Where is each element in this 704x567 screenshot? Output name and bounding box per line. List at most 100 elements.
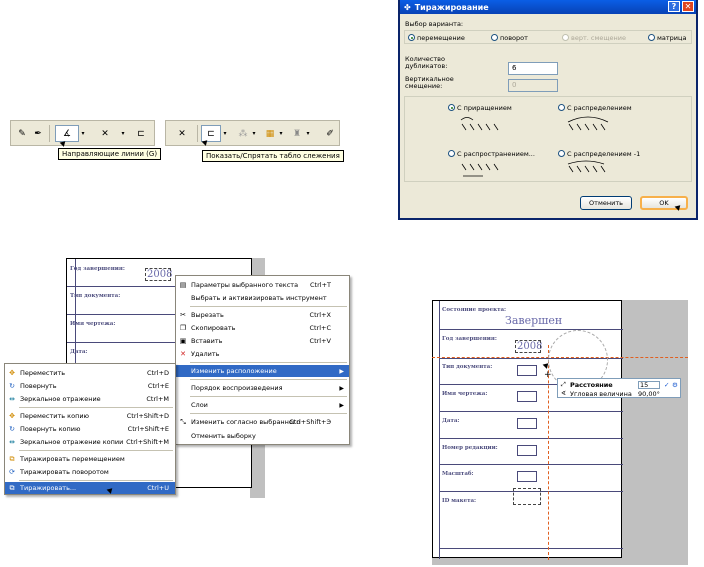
chevron-down-icon[interactable]: ▾ <box>250 125 258 142</box>
snap-lines-button[interactable]: ✕ <box>170 125 194 142</box>
pin-icon[interactable]: ♜ <box>290 125 304 142</box>
doctype-field[interactable] <box>517 365 537 376</box>
tracker-icon[interactable]: ⊏ <box>131 125 151 142</box>
submenu-item[interactable]: ⟳ Тиражировать поворотом <box>5 466 175 478</box>
context-menu-item[interactable]: ✂ Вырезать Ctrl+X <box>176 309 349 321</box>
radio-increment[interactable] <box>448 104 455 111</box>
copy-icon: ❐ <box>179 324 187 332</box>
vshift-input[interactable]: 0 <box>508 79 558 92</box>
cut-icon: ✂ <box>180 311 186 319</box>
menu-item-label: Тиражировать перемещением <box>20 455 125 463</box>
stamp-divider <box>439 464 623 465</box>
context-menu-item[interactable]: Выбрать и активизировать инструмент <box>176 292 349 304</box>
count-label-2: дубликатов: <box>405 62 448 70</box>
angle-value[interactable]: 90,00° <box>638 390 660 398</box>
menu-item-label: Вставить <box>191 337 223 345</box>
stamp-divider <box>439 411 623 412</box>
context-menu-item[interactable]: Порядок воспроизведения ▶ <box>176 382 349 394</box>
tracker-row-distance: ⤢ Расстояние 15 ✓ ⚙ <box>558 380 680 389</box>
radio-distribute-minus[interactable] <box>558 150 565 157</box>
context-menu-item[interactable]: ✕ Удалить <box>176 348 349 360</box>
distance-input[interactable]: 15 <box>638 380 660 389</box>
cancel-button[interactable]: Отменить <box>580 196 632 210</box>
guide-lines-button[interactable]: ∡ <box>55 125 79 142</box>
context-menu-item[interactable]: ❐ Скопировать Ctrl+C <box>176 322 349 334</box>
multiply-dialog: ✤ Тиражирование ? ✕ Выбор варианта: пере… <box>398 0 698 220</box>
variant-matrix-label: матрица <box>657 34 687 42</box>
menu-item-shortcut: Ctrl+Shift+E <box>127 425 169 433</box>
radio-vertical-shift[interactable] <box>562 34 569 41</box>
pencil-icon[interactable]: ✎ <box>15 125 29 142</box>
menu-item-label: Порядок воспроизведения <box>191 384 283 392</box>
chevron-down-icon[interactable]: ▾ <box>277 125 285 142</box>
radio-matrix[interactable] <box>648 34 655 41</box>
toolbar-guides: ✎ ✒ ∡ ▾ ✕ ▾ ⊏ <box>10 120 155 146</box>
dialog-app-icon: ✤ <box>404 2 411 12</box>
help-button[interactable]: ? <box>668 1 680 12</box>
dialog-titlebar[interactable]: ✤ Тиражирование <box>400 0 696 14</box>
radio-spread[interactable] <box>448 150 455 157</box>
transform-icon: ⧉ <box>9 483 15 492</box>
date-field[interactable] <box>517 418 537 429</box>
menu-item-label: Скопировать <box>191 324 236 332</box>
transform-icon: ✥ <box>9 412 15 420</box>
menu-item-shortcut: Ctrl+M <box>146 395 169 403</box>
confirm-icon[interactable]: ✓ <box>664 381 669 389</box>
submenu-item[interactable]: ↻ Повернуть Ctrl+E <box>5 380 175 392</box>
brush-icon[interactable]: ✐ <box>322 125 338 142</box>
submenu-item[interactable]: ✥ Переместить копию Ctrl+Shift+D <box>5 410 175 422</box>
menu-item-label: Переместить копию <box>20 412 90 420</box>
drawing-name-field[interactable] <box>517 391 537 402</box>
doctype-label: Тип документа: <box>442 364 493 370</box>
snap-lines-button[interactable]: ✕ <box>91 125 119 142</box>
context-menu-item[interactable]: Отменить выборку <box>176 430 349 442</box>
options-icon[interactable]: ⚙ <box>672 381 678 389</box>
angle-icon: ∢ <box>561 390 567 397</box>
context-menu-item[interactable]: Слои ▶ <box>176 399 349 411</box>
tooltip-tracker: Показать/Спрятать табло слежения <box>202 150 344 162</box>
menu-separator <box>19 450 173 451</box>
submenu-item[interactable]: ⧉ Тиражировать перемещением <box>5 453 175 465</box>
menu-item-shortcut: Ctrl+E <box>147 382 169 390</box>
chevron-down-icon[interactable]: ▾ <box>304 125 312 142</box>
context-menu-item[interactable]: ▣ Вставить Ctrl+V <box>176 335 349 347</box>
sheet-id-selection[interactable] <box>513 488 541 505</box>
chevron-down-icon[interactable]: ▾ <box>221 125 229 142</box>
eyedropper-icon[interactable]: ✒ <box>31 125 45 142</box>
menu-item-shortcut: Ctrl+Shift+Э <box>289 418 331 426</box>
context-menu-item[interactable]: ▤ Параметры выбранного текста Ctrl+T <box>176 279 349 291</box>
submenu-item[interactable]: ✥ Переместить Ctrl+D <box>5 367 175 379</box>
date-label: Дата: <box>442 418 460 424</box>
grid-icon[interactable]: ⁂ <box>236 125 250 142</box>
chevron-down-icon[interactable]: ▾ <box>119 125 127 142</box>
scale-field[interactable] <box>517 471 537 482</box>
count-input[interactable]: 6 <box>508 62 558 75</box>
scale-label: Масштаб: <box>442 471 474 477</box>
menu-item-label: Изменить согласно выбранного <box>191 418 301 426</box>
menu-item-label: Зеркальное отражение <box>20 395 101 403</box>
radio-distribute[interactable] <box>558 104 565 111</box>
transform-icon: ↻ <box>9 382 15 390</box>
variant-vshift-label: верт. смещение <box>571 34 626 42</box>
radio-move[interactable] <box>408 34 415 41</box>
submenu-item[interactable]: ⧉ Тиражировать... Ctrl+U <box>5 482 175 494</box>
stamp-divider <box>67 314 177 315</box>
submenu-item[interactable]: ⇹ Зеркальное отражение Ctrl+M <box>5 393 175 405</box>
radio-rotate[interactable] <box>491 34 498 41</box>
context-menu-item[interactable]: Изменить расположение ▶ <box>176 365 349 377</box>
context-menu-item[interactable]: ⤡ Изменить согласно выбранного Ctrl+Shift+… <box>176 416 349 428</box>
menu-item-shortcut: Ctrl+X <box>309 311 331 319</box>
option-spread-label: С распространением... <box>457 150 535 158</box>
menu-separator <box>19 407 173 408</box>
close-button[interactable]: ✕ <box>682 1 694 12</box>
submenu-arrow-icon: ▶ <box>339 401 344 409</box>
submenu-item[interactable]: ⇹ Зеркальное отражение копии Ctrl+Shift+M <box>5 436 175 448</box>
chevron-down-icon[interactable]: ▾ <box>79 125 87 142</box>
revision-field[interactable] <box>517 445 537 456</box>
submenu-item[interactable]: ↻ Повернуть копию Ctrl+Shift+E <box>5 423 175 435</box>
menu-item-shortcut: Ctrl+Shift+M <box>126 438 169 446</box>
layers-icon[interactable]: ▦ <box>263 125 277 142</box>
doctype-label: Тип документа: <box>70 293 121 299</box>
menu-item-label: Тиражировать... <box>20 484 77 492</box>
variant-rotate-label: поворот <box>500 34 528 42</box>
